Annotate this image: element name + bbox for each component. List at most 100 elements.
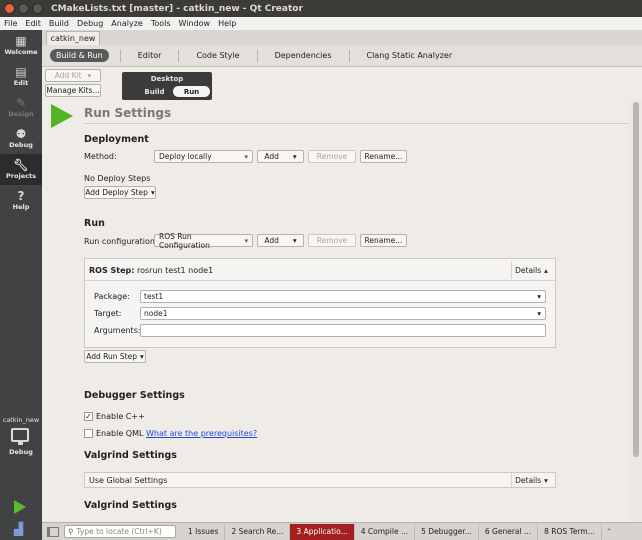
- target-select[interactable]: node1 ▾: [140, 307, 546, 320]
- run-remove-button[interactable]: Remove: [308, 234, 356, 247]
- add-deploy-step-button[interactable]: Add Deploy Step ▾: [84, 186, 156, 199]
- output-pane-general-messages[interactable]: 6 General ...: [479, 523, 539, 540]
- no-deploy-steps-label: No Deploy Steps: [84, 174, 151, 183]
- run-config-value: ROS Run Configuration: [159, 231, 210, 250]
- menu-build[interactable]: Build: [49, 19, 69, 28]
- output-pane-search-results[interactable]: 2 Search Re...: [225, 523, 291, 540]
- monitor-icon[interactable]: [11, 428, 29, 445]
- deployment-heading: Deployment: [84, 134, 149, 145]
- bug-icon: ⚉: [15, 127, 27, 141]
- deploy-add-button[interactable]: Add ▾: [257, 150, 304, 163]
- chevron-up-icon: ▴: [544, 265, 548, 275]
- search-icon: ⚲: [68, 527, 74, 536]
- deploy-add-label: Add: [264, 152, 279, 161]
- kit-build-button[interactable]: Build: [136, 86, 173, 97]
- mode-edit[interactable]: ▤ Edit: [0, 61, 42, 92]
- run-icon[interactable]: [14, 500, 26, 514]
- run-rename-button[interactable]: Rename...: [360, 234, 407, 247]
- enable-qml-label: Enable QML: [96, 429, 144, 438]
- mode-projects[interactable]: 🔧︎ Projects: [0, 154, 42, 185]
- mode-debug-label: Debug: [9, 141, 33, 149]
- chevron-up-icon[interactable]: ⌃: [606, 527, 612, 536]
- deploy-rename-button[interactable]: Rename...: [360, 150, 407, 163]
- menu-help[interactable]: Help: [218, 19, 236, 28]
- window-controls: [4, 3, 43, 14]
- chevron-down-icon: ▾: [244, 236, 248, 245]
- mode-debug[interactable]: ⚉ Debug: [0, 123, 42, 154]
- maximize-window-button[interactable]: [32, 3, 43, 14]
- run-config-select[interactable]: ROS Run Configuration ▾: [154, 231, 253, 250]
- add-deploy-step-label: Add Deploy Step: [85, 188, 148, 197]
- close-window-button[interactable]: [4, 3, 15, 14]
- debugger-settings-heading: Debugger Settings: [84, 390, 185, 401]
- tab-catkin-new[interactable]: catkin_new: [46, 31, 100, 45]
- project-tab-row: catkin_new: [42, 30, 642, 45]
- chevron-down-icon: ▾: [150, 188, 155, 197]
- debug-run-icon[interactable]: ▟: [14, 522, 23, 536]
- title-divider: [84, 123, 628, 124]
- ros-step-panel: ROS Step: rosrun test1 node1 Details ▴ Pa…: [84, 258, 556, 348]
- kit-run-button[interactable]: Run: [173, 86, 210, 97]
- ros-step-details-label: Details: [515, 265, 542, 275]
- minimize-window-button[interactable]: [18, 3, 29, 14]
- mode-design[interactable]: ✎ Design: [0, 92, 42, 123]
- arguments-label: Arguments:: [94, 326, 141, 335]
- enable-qml-checkbox[interactable]: [84, 429, 93, 438]
- package-select[interactable]: test1 ▾: [140, 290, 546, 303]
- sidebar-toggle-icon[interactable]: [47, 526, 59, 537]
- output-pane-ros-terminals[interactable]: 8 ROS Term...: [538, 523, 602, 540]
- add-kit-button[interactable]: Add Kit: [45, 69, 101, 82]
- mode-help-label: Help: [12, 203, 30, 211]
- output-pane-debugger-console[interactable]: 5 Debugger...: [415, 523, 479, 540]
- run-add-label: Add: [264, 236, 279, 245]
- valgrind-details-label: Details: [515, 475, 542, 485]
- valgrind-settings-heading: Valgrind Settings: [84, 450, 177, 461]
- title-bar: CMakeLists.txt [master] - catkin_new - Q…: [0, 0, 642, 17]
- target-label: Target:: [94, 309, 122, 318]
- deploy-method-value: Deploy locally: [159, 152, 212, 161]
- chevron-down-icon: ▾: [544, 475, 548, 485]
- add-run-step-button[interactable]: Add Run Step ▾: [84, 350, 146, 363]
- menu-file[interactable]: File: [4, 19, 17, 28]
- valgrind-details-button[interactable]: Details ▾: [511, 473, 551, 487]
- menu-tools[interactable]: Tools: [151, 19, 171, 28]
- project-name: catkin_new: [2, 416, 40, 424]
- mode-design-label: Design: [8, 110, 34, 118]
- tab-separator: [256, 49, 258, 62]
- deploy-method-select[interactable]: Deploy locally ▾: [154, 150, 253, 163]
- tab-build-and-run[interactable]: Build & Run: [50, 49, 109, 62]
- prerequisites-link[interactable]: What are the prerequisites?: [146, 429, 257, 438]
- output-pane-application-output[interactable]: 3 Applicatio...: [290, 523, 355, 540]
- chevron-down-icon: ▾: [537, 292, 541, 301]
- ros-step-details-button[interactable]: Details ▴: [511, 261, 551, 279]
- method-label: Method:: [84, 152, 117, 161]
- tab-code-style[interactable]: Code Style: [190, 49, 245, 62]
- enable-cpp-checkbox[interactable]: ✓: [84, 412, 93, 421]
- use-global-settings-label: Use Global Settings: [89, 476, 168, 485]
- manage-kits-button[interactable]: Manage Kits...: [45, 84, 101, 97]
- menu-bar: File Edit Build Debug Analyze Tools Wind…: [0, 17, 642, 30]
- chevron-down-icon: ▾: [244, 152, 248, 161]
- build-config-label: Debug: [9, 448, 33, 456]
- arguments-input[interactable]: [140, 324, 546, 337]
- tab-dependencies[interactable]: Dependencies: [269, 49, 338, 62]
- wrench-icon: 🔧︎: [13, 158, 29, 172]
- output-pane-issues[interactable]: 1 Issues: [182, 523, 226, 540]
- vertical-scrollbar[interactable]: [630, 100, 642, 522]
- tab-clang-static-analyzer[interactable]: Clang Static Analyzer: [361, 49, 459, 62]
- menu-debug[interactable]: Debug: [77, 19, 103, 28]
- deploy-remove-button[interactable]: Remove: [308, 150, 356, 163]
- run-add-button[interactable]: Add ▾: [257, 234, 304, 247]
- menu-analyze[interactable]: Analyze: [111, 19, 143, 28]
- tab-editor[interactable]: Editor: [132, 49, 168, 62]
- ros-step-command: rosrun test1 node1: [134, 266, 214, 275]
- output-pane-compile-output[interactable]: 4 Compile ...: [355, 523, 416, 540]
- mode-help[interactable]: ? Help: [0, 185, 42, 216]
- kit-name: Desktop: [150, 75, 184, 83]
- mode-welcome[interactable]: ▦ Welcome: [0, 30, 42, 61]
- scrollbar-thumb[interactable]: [633, 102, 639, 457]
- locator-input[interactable]: ⚲ Type to locate (Ctrl+K): [64, 525, 176, 538]
- menu-edit[interactable]: Edit: [25, 19, 41, 28]
- page-title: Run Settings: [84, 106, 172, 120]
- menu-window[interactable]: Window: [179, 19, 211, 28]
